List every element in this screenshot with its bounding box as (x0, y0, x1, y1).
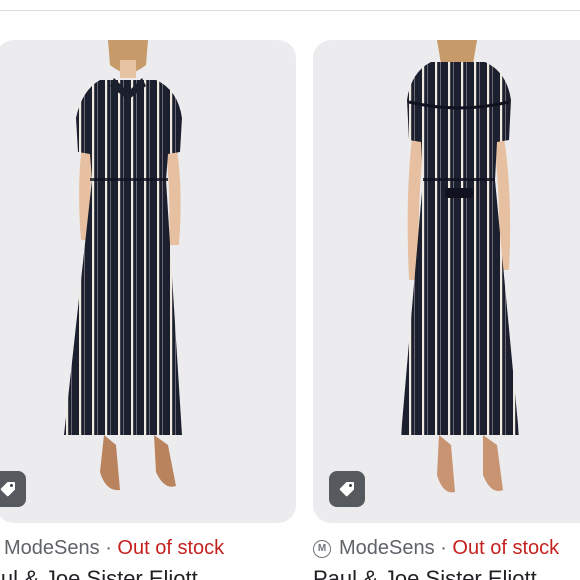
divider (0, 10, 580, 11)
separator: · (440, 537, 447, 559)
result-source-line[interactable]: M ModeSens · Out of stock (313, 535, 559, 561)
availability-status: Out of stock (117, 537, 225, 559)
product-title[interactable]: Paul & Joe Sister Eliott (313, 565, 537, 580)
source-name[interactable]: ModeSens (339, 537, 435, 559)
product-image-back[interactable] (313, 40, 580, 523)
product-image-front[interactable] (0, 40, 296, 523)
product-card-front[interactable] (0, 40, 296, 523)
price-tag-icon[interactable] (329, 471, 365, 507)
availability-status: Out of stock (452, 537, 560, 559)
shopping-results-page: ModeSens · Out of stock Paul & Joe Siste… (0, 0, 580, 580)
separator: · (105, 537, 112, 559)
price-tag-icon[interactable] (0, 471, 26, 507)
result-source-line[interactable]: ModeSens · Out of stock (4, 535, 224, 561)
source-logo-icon: M (313, 540, 331, 558)
product-title[interactable]: Paul & Joe Sister Eliott (0, 565, 198, 580)
source-name[interactable]: ModeSens (4, 537, 100, 559)
product-card-back[interactable] (313, 40, 580, 523)
